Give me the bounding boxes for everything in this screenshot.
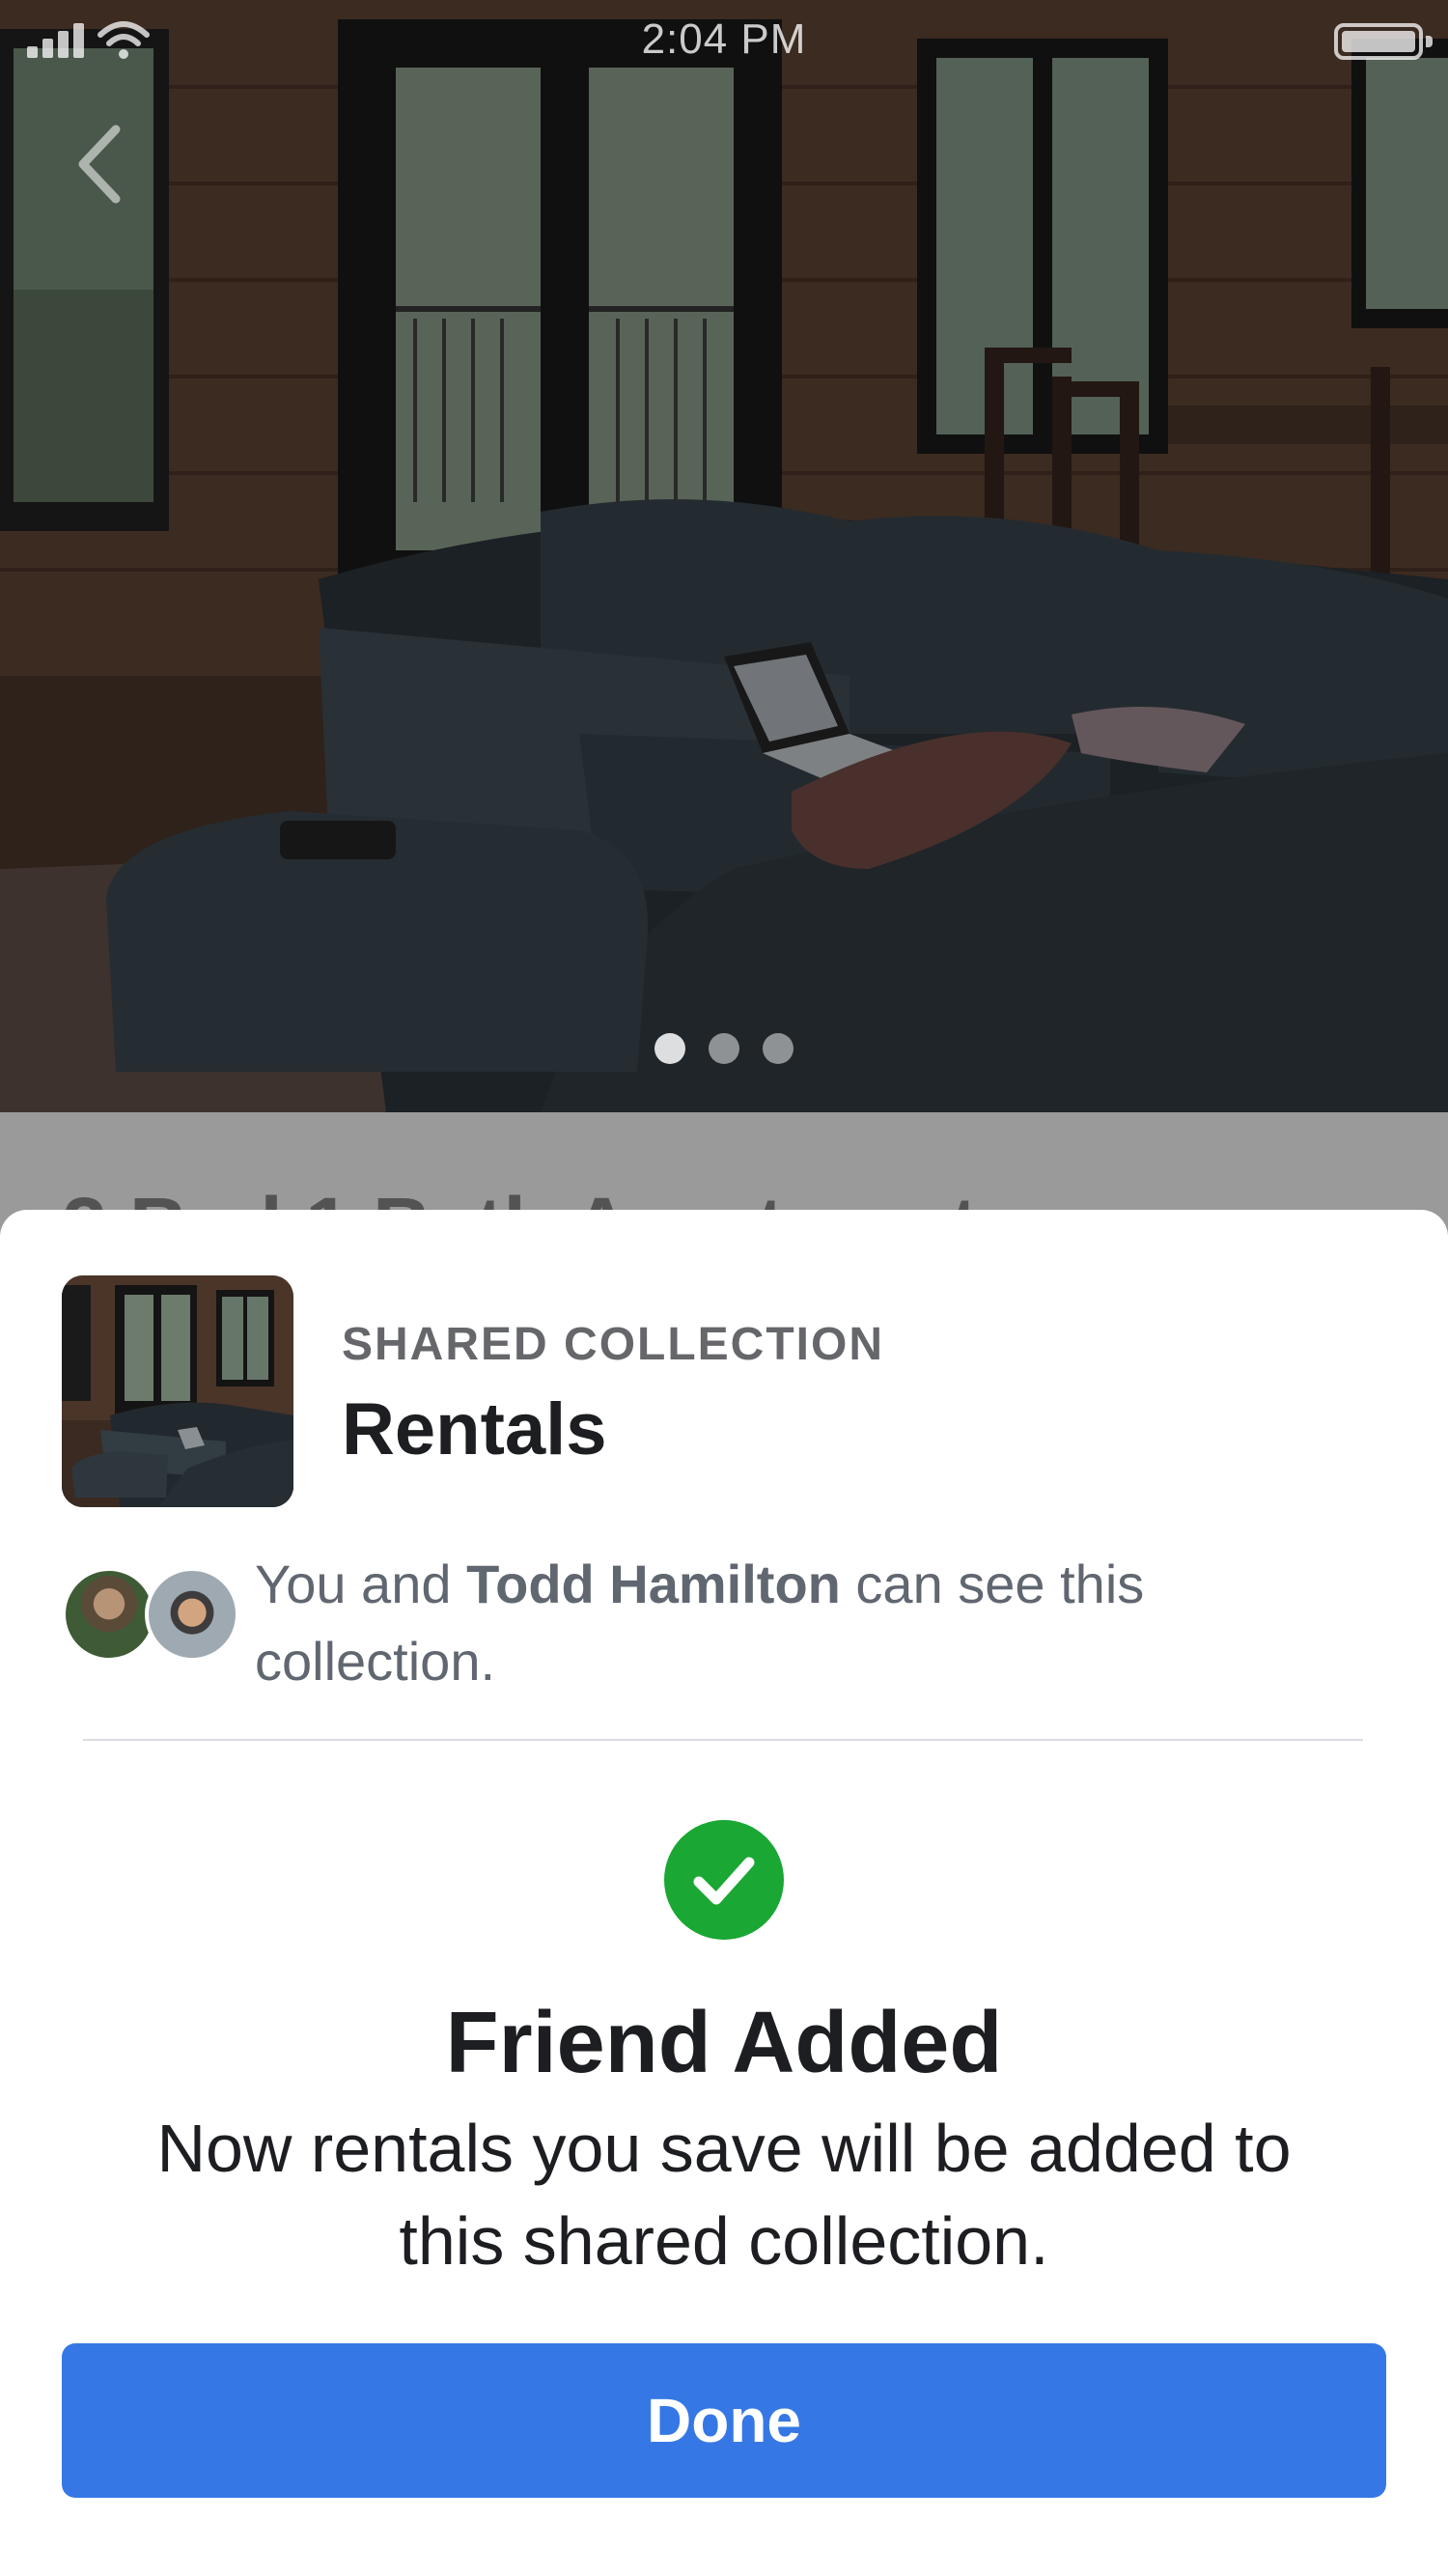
checkmark-icon [664,1820,784,1940]
carousel-dot[interactable] [654,1033,685,1064]
carousel-dot[interactable] [709,1033,739,1064]
divider [83,1739,1363,1741]
screen: 2:04 PM 2 Bed 1 Bath Apartment [0,0,1448,2576]
back-chevron-icon[interactable] [73,124,131,205]
collection-name: Rentals [342,1388,607,1470]
carousel-dot[interactable] [763,1033,794,1064]
avatar [62,1567,156,1662]
status-bar: 2:04 PM [0,0,1448,81]
avatar [145,1567,239,1662]
collection-thumbnail [62,1275,293,1507]
battery-icon [1334,23,1433,60]
listing-photo[interactable] [0,0,1448,1112]
photo-dim-overlay [0,0,1448,1112]
members-description: You and Todd Hamilton can see this colle… [255,1546,1336,1700]
collection-header: SHARED COLLECTION Rentals [62,1275,1386,1507]
done-button[interactable]: Done [62,2343,1386,2498]
status-time: 2:04 PM [641,15,807,63]
collection-type-label: SHARED COLLECTION [342,1319,884,1370]
carousel-pagination [0,1033,1448,1064]
members-text-prefix: You and [255,1554,467,1614]
confirmation-message: Now rentals you save will be added to th… [156,2111,1292,2279]
shared-collection-sheet: SHARED COLLECTION Rentals You and Todd H… [0,1210,1448,2576]
collection-members: You and Todd Hamilton can see this colle… [62,1546,1386,1700]
confirmation-title: Friend Added [445,1995,1003,2091]
friend-name[interactable]: Todd Hamilton [466,1554,841,1614]
